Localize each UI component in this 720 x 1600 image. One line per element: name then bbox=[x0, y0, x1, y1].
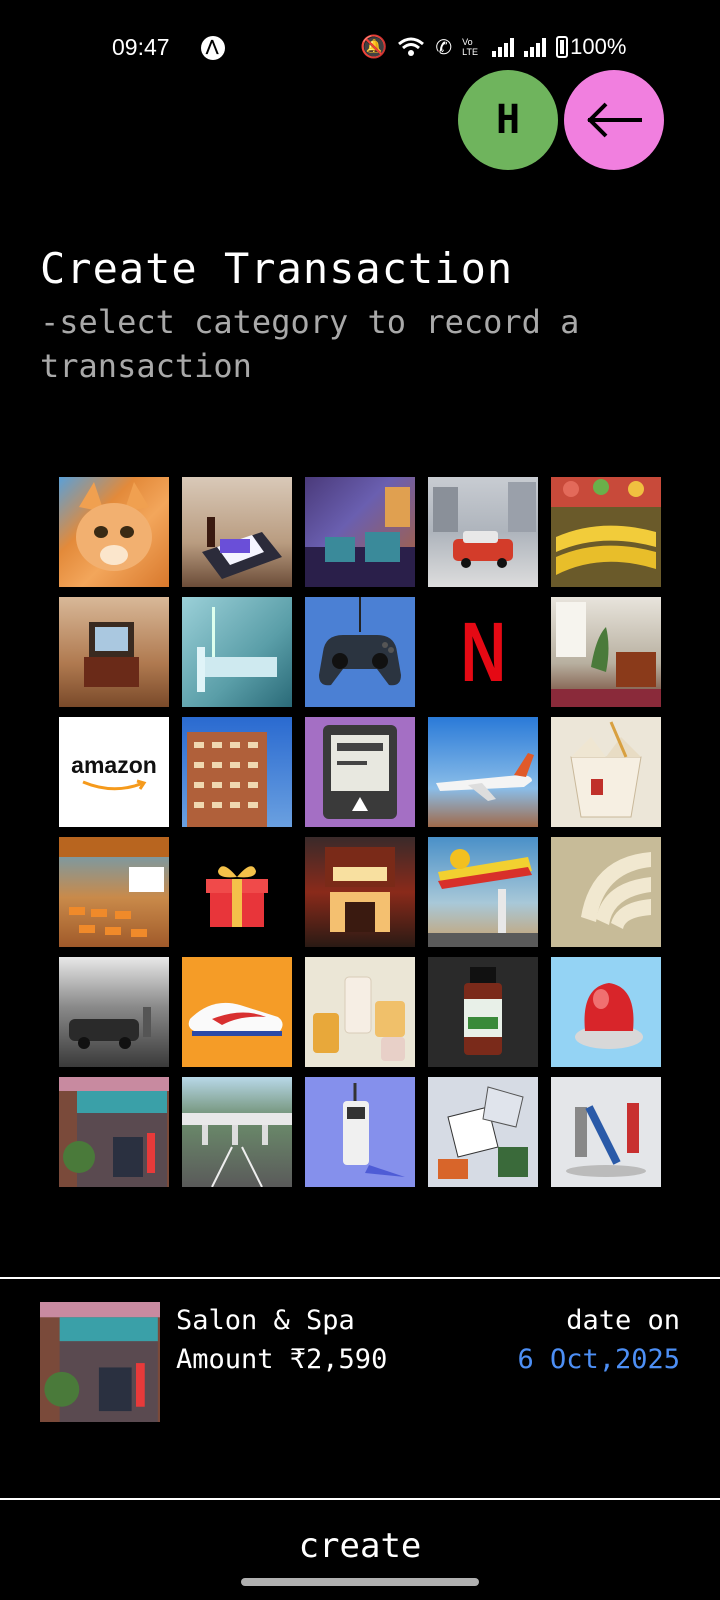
category-fast-food[interactable] bbox=[182, 477, 292, 587]
category-grid: N amazon bbox=[59, 477, 661, 1187]
arrow-left-icon bbox=[587, 102, 642, 138]
sneaker-icon bbox=[188, 1002, 283, 1036]
category-home-office[interactable] bbox=[551, 597, 661, 707]
divider-top bbox=[0, 1277, 720, 1279]
category-hospital[interactable] bbox=[182, 597, 292, 707]
building-icon bbox=[187, 732, 267, 827]
transaction-amount[interactable]: Amount ₹2,590 bbox=[176, 1344, 387, 1375]
status-icons: 🔕 ✆ Vo LTE 100% bbox=[360, 34, 626, 60]
category-amazon[interactable]: amazon bbox=[59, 717, 169, 827]
classroom-icon bbox=[59, 837, 169, 937]
category-salon-spa[interactable] bbox=[59, 1077, 169, 1187]
status-bar: 09:47 🔕 ✆ Vo LTE 100% bbox=[0, 30, 720, 66]
mute-icon: 🔕 bbox=[360, 34, 388, 59]
category-shoes[interactable] bbox=[182, 957, 292, 1067]
avatar[interactable]: H bbox=[458, 70, 558, 170]
phone-icon bbox=[343, 1083, 405, 1177]
category-transport-signal[interactable] bbox=[551, 1077, 661, 1187]
category-cat-pet[interactable] bbox=[59, 477, 169, 587]
room-icon bbox=[551, 602, 661, 707]
battery-icon bbox=[556, 36, 569, 58]
burger-tray-icon bbox=[202, 517, 282, 579]
category-gift[interactable] bbox=[182, 837, 292, 947]
page-title: Create Transaction bbox=[40, 244, 514, 293]
netflix-icon: N bbox=[460, 604, 506, 699]
garage-icon bbox=[69, 1007, 151, 1049]
category-car-service[interactable] bbox=[59, 957, 169, 1067]
date-picker[interactable]: 6 Oct,2025 bbox=[517, 1344, 680, 1375]
category-education[interactable] bbox=[59, 837, 169, 947]
category-toll[interactable] bbox=[182, 1077, 292, 1187]
hospital-bed-icon bbox=[197, 607, 277, 692]
siren-icon bbox=[575, 983, 643, 1049]
lounge-icon bbox=[305, 487, 415, 587]
category-flight[interactable] bbox=[428, 717, 538, 827]
battery-level: 100% bbox=[570, 34, 627, 59]
takeout-box-icon bbox=[570, 721, 642, 818]
date-label: date on bbox=[566, 1305, 680, 1336]
category-chinese-food[interactable] bbox=[551, 717, 661, 827]
taxi-icon bbox=[433, 482, 536, 568]
traffic-light-icon bbox=[566, 1103, 646, 1177]
signal-icon-2 bbox=[524, 37, 547, 57]
selected-category-thumbnail bbox=[40, 1302, 160, 1422]
cat-icon bbox=[76, 482, 152, 571]
category-cosmetics[interactable] bbox=[305, 957, 415, 1067]
divider-bottom bbox=[0, 1498, 720, 1500]
back-button[interactable] bbox=[564, 70, 664, 170]
category-cafe-lounge[interactable] bbox=[305, 477, 415, 587]
salon-icon bbox=[59, 1077, 169, 1187]
category-rent-building[interactable] bbox=[182, 717, 292, 827]
gift-icon bbox=[206, 866, 268, 927]
category-gaming[interactable] bbox=[305, 597, 415, 707]
signal-icon-1 bbox=[492, 37, 515, 57]
selected-category-name: Salon & Spa bbox=[176, 1305, 355, 1336]
category-tv-home[interactable] bbox=[59, 597, 169, 707]
category-miscellaneous[interactable] bbox=[428, 1077, 538, 1187]
category-electricity[interactable] bbox=[305, 717, 415, 827]
amazon-smile-icon bbox=[82, 779, 147, 790]
collage-icon bbox=[438, 1086, 528, 1179]
salon-icon bbox=[40, 1302, 160, 1422]
avatar-letter: H bbox=[495, 97, 521, 143]
category-movies[interactable] bbox=[305, 837, 415, 947]
category-groceries[interactable] bbox=[551, 477, 661, 587]
category-taxi[interactable] bbox=[428, 477, 538, 587]
gesture-handle bbox=[241, 1578, 479, 1586]
page-subtitle: -select category to record a transaction bbox=[40, 303, 580, 385]
create-button[interactable]: create bbox=[0, 1526, 720, 1566]
call-icon: ✆ bbox=[435, 36, 453, 59]
wifi-icon bbox=[581, 852, 651, 929]
airplane-icon bbox=[436, 753, 534, 801]
app-notification-icon bbox=[201, 36, 225, 60]
television-icon bbox=[84, 622, 139, 687]
category-fuel[interactable] bbox=[428, 837, 538, 947]
medicine-bottle-icon bbox=[464, 967, 502, 1055]
banana-icon bbox=[551, 477, 661, 575]
gamepad-icon bbox=[319, 597, 401, 686]
amazon-icon: amazon bbox=[71, 751, 157, 778]
wifi-status-icon bbox=[398, 37, 425, 56]
meter-icon bbox=[323, 725, 397, 819]
theater-icon bbox=[325, 847, 395, 932]
toll-plaza-icon bbox=[182, 1113, 292, 1187]
volte-icon: Vo LTE bbox=[462, 37, 479, 57]
perfume-icon bbox=[313, 976, 405, 1061]
category-medicine[interactable] bbox=[428, 957, 538, 1067]
category-mobile-phone[interactable] bbox=[305, 1077, 415, 1187]
fuel-station-icon bbox=[428, 849, 538, 947]
category-netflix[interactable]: N bbox=[428, 597, 538, 707]
category-emergency[interactable] bbox=[551, 957, 661, 1067]
status-time: 09:47 bbox=[112, 34, 170, 60]
category-wifi[interactable] bbox=[551, 837, 661, 947]
